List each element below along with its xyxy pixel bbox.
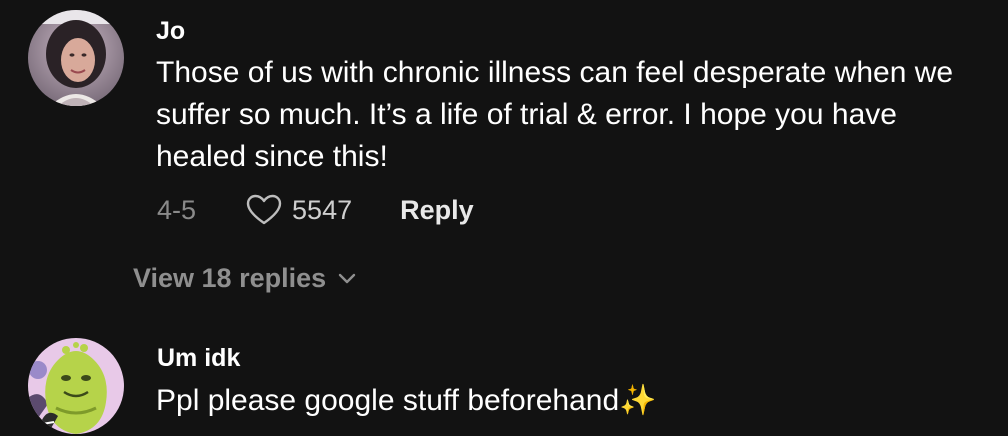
avatar[interactable]: [28, 338, 124, 434]
comment-username[interactable]: Jo: [156, 17, 185, 46]
user-photo-icon: [28, 10, 124, 106]
cartoon-character-icon: [28, 338, 124, 434]
comment-text-line: Ppl please google stuff beforehand✨: [156, 384, 657, 417]
comment-meta: 4-5 5547 Reply: [157, 194, 474, 226]
like-count: 5547: [292, 194, 353, 225]
view-replies-label: View 18 replies: [133, 263, 327, 293]
reply-button[interactable]: Reply: [400, 195, 474, 226]
like-button[interactable]: 5547: [246, 194, 352, 226]
comment-date: 4-5: [157, 194, 197, 225]
chevron-down-icon: [338, 273, 356, 283]
comment-text-line: Those of us with chronic illness can fee…: [156, 56, 954, 89]
comment-text: Those of us with chronic illness can fee…: [156, 52, 953, 178]
comment-text: Ppl please google stuff beforehand✨: [156, 380, 657, 422]
view-replies-button[interactable]: View 18 replies: [133, 263, 356, 294]
heart-icon: [246, 194, 282, 225]
comment-username[interactable]: Um idk: [157, 344, 240, 373]
comment-text-line: suffer so much. It’s a life of trial & e…: [156, 98, 897, 131]
comment-text-line: healed since this!: [156, 140, 388, 173]
avatar[interactable]: [28, 10, 124, 106]
